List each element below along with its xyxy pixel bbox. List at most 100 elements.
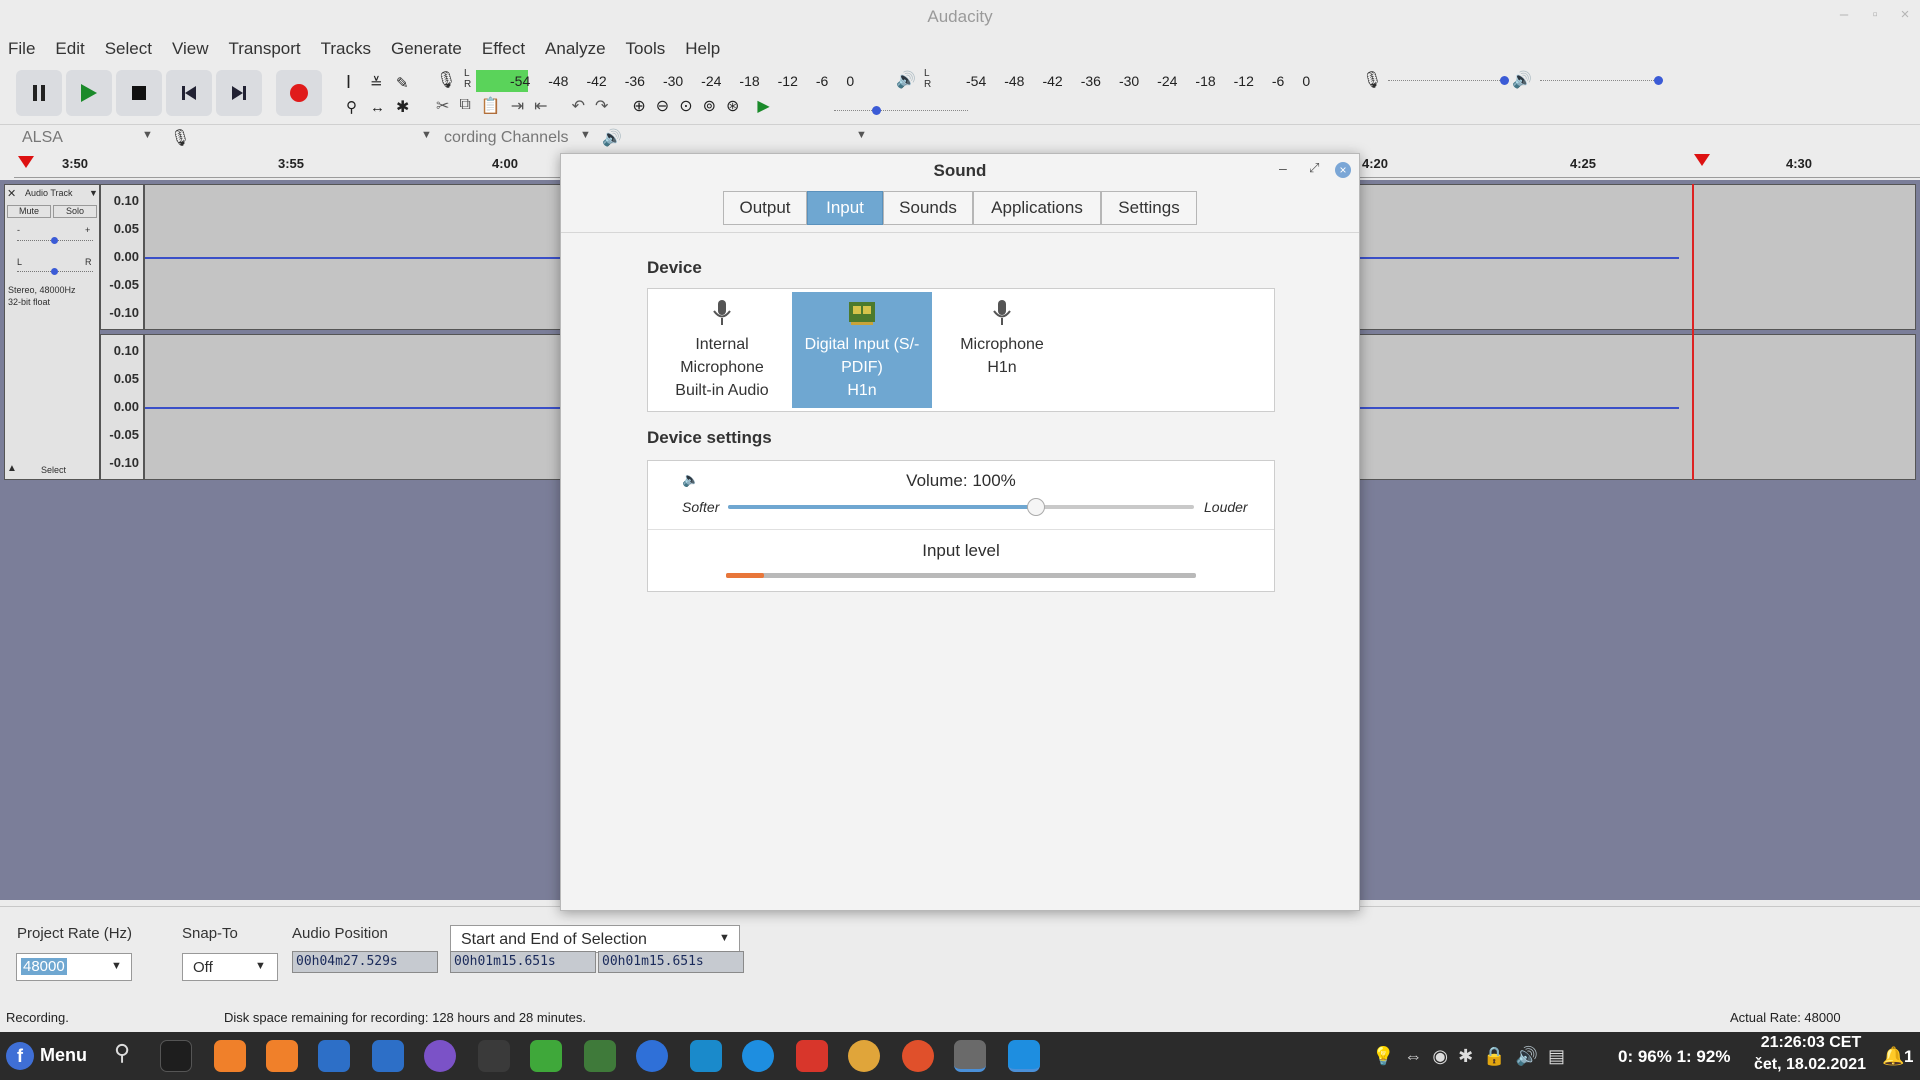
start-menu-label[interactable]: Menu	[40, 1045, 87, 1066]
recdev-dropdown-icon[interactable]: ▼	[421, 129, 432, 141]
menu-tracks[interactable]: Tracks	[321, 39, 371, 59]
fit-project-icon[interactable]: ⊚	[703, 96, 716, 120]
maps-icon[interactable]	[372, 1040, 404, 1072]
skip-start-button[interactable]	[166, 70, 212, 116]
zoom-tool-icon[interactable]: ⚲	[346, 99, 357, 116]
play-speed-slider[interactable]	[834, 110, 968, 111]
dialog-maximize-icon[interactable]: ⤢	[1309, 160, 1319, 176]
mail-icon[interactable]	[318, 1040, 350, 1072]
play-meter[interactable]: -54 -48 -42 -36 -30 -24 -18 -12 -6 0	[966, 70, 1328, 92]
fit-selection-icon[interactable]: ⊙	[679, 96, 692, 120]
selection-tool-icon[interactable]: I	[346, 72, 351, 92]
play-volume-thumb[interactable]	[1654, 76, 1663, 85]
volume-slider[interactable]	[728, 505, 1194, 509]
selection-end-value[interactable]: 00h01m15.651s	[598, 951, 744, 973]
stop-button[interactable]	[116, 70, 162, 116]
track-name[interactable]: Audio Track	[25, 188, 73, 198]
menu-view[interactable]: View	[172, 39, 209, 59]
track-select-button[interactable]: Select	[41, 465, 66, 475]
minimize-icon[interactable]: –	[1835, 6, 1853, 24]
device-microphone-h1n[interactable]: Microphone H1n	[932, 292, 1072, 408]
monitor-icon[interactable]	[690, 1040, 722, 1072]
menu-transport[interactable]: Transport	[229, 39, 301, 59]
cut-icon[interactable]: ✂	[436, 96, 449, 120]
maximize-icon[interactable]: ▫	[1866, 6, 1884, 24]
copy-icon[interactable]: ⧉	[459, 96, 470, 120]
teamviewer-task-icon[interactable]	[1008, 1040, 1040, 1072]
play-button[interactable]	[66, 70, 112, 116]
menu-generate[interactable]: Generate	[391, 39, 462, 59]
start-menu-icon[interactable]: f	[6, 1042, 34, 1070]
undo-icon[interactable]: ↶	[572, 96, 585, 120]
app-red-icon[interactable]	[796, 1040, 828, 1072]
trim-icon[interactable]: ⇥	[511, 96, 524, 120]
audio-position-value[interactable]: 00h04m27.529s	[292, 951, 438, 973]
notification-icon[interactable]: 🔔	[1882, 1046, 1904, 1067]
close-icon[interactable]: ×	[1896, 6, 1914, 24]
calculator-icon[interactable]	[478, 1040, 510, 1072]
clock-time[interactable]: 21:26:03 CET	[1752, 1034, 1870, 1052]
device-internal-microphone[interactable]: Internal Microphone Built-in Audio	[652, 292, 792, 408]
search-icon[interactable]: ⚲	[106, 1040, 138, 1072]
rec-meter[interactable]: -54 -48 -42 -36 -30 -24 -18 -12 -6 0	[510, 70, 872, 92]
firefox-alt-icon[interactable]	[266, 1040, 298, 1072]
device-digital-input[interactable]: Digital Input (S/- PDIF) H1n	[792, 292, 932, 408]
menu-help[interactable]: Help	[685, 39, 720, 59]
settings-tool-icon[interactable]	[530, 1040, 562, 1072]
spreadsheet-icon[interactable]	[584, 1040, 616, 1072]
play-at-speed-icon[interactable]: ▶	[757, 96, 769, 120]
speaker-icon[interactable]: 🔊	[896, 70, 916, 90]
solo-button[interactable]: Solo	[53, 205, 97, 218]
channels-dropdown-icon[interactable]: ▼	[580, 129, 591, 141]
mic-icon[interactable]: 🎙	[436, 70, 456, 92]
play-volume-slider[interactable]	[1540, 80, 1656, 81]
host-dropdown-icon[interactable]: ▼	[142, 129, 153, 141]
dialog-minimize-icon[interactable]: –	[1279, 160, 1287, 176]
terminal-icon[interactable]	[160, 1040, 192, 1072]
rate-dropdown-icon[interactable]: ▼	[111, 960, 122, 972]
tab-settings[interactable]: Settings	[1101, 191, 1197, 225]
skip-end-button[interactable]	[216, 70, 262, 116]
paste-icon[interactable]: 📋	[481, 96, 501, 120]
menu-file[interactable]: File	[8, 39, 35, 59]
project-rate-value[interactable]: 48000	[21, 958, 67, 975]
audacity-task-icon[interactable]	[954, 1040, 986, 1072]
menu-analyze[interactable]: Analyze	[545, 39, 605, 59]
selection-start-value[interactable]: 00h01m15.651s	[450, 951, 596, 973]
pause-button[interactable]	[16, 70, 62, 116]
zoom-toggle-icon[interactable]: ⊛	[726, 96, 739, 120]
track-close-icon[interactable]: ✕	[7, 187, 16, 200]
track-menu-icon[interactable]: ▼	[89, 188, 98, 198]
rec-volume-thumb[interactable]	[1500, 76, 1509, 85]
snap-to-select[interactable]: Off ▼	[182, 953, 278, 981]
rec-volume-slider[interactable]	[1388, 80, 1504, 81]
menu-edit[interactable]: Edit	[55, 39, 84, 59]
multi-tool-icon[interactable]: ✱	[396, 99, 409, 116]
play-speed-thumb[interactable]	[872, 106, 881, 115]
project-rate-combo[interactable]: 48000 ▼	[16, 953, 132, 981]
mute-button[interactable]: Mute	[7, 205, 51, 218]
redo-icon[interactable]: ↷	[595, 96, 608, 120]
record-button[interactable]	[276, 70, 322, 116]
gain-thumb[interactable]	[51, 237, 58, 244]
clock-date[interactable]: čet, 18.02.2021	[1742, 1056, 1878, 1074]
zoom-out-icon[interactable]: ⊖	[656, 96, 669, 120]
skype-icon[interactable]	[636, 1040, 668, 1072]
menu-effect[interactable]: Effect	[482, 39, 525, 59]
menu-tools[interactable]: Tools	[626, 39, 666, 59]
app-yellow-icon[interactable]	[848, 1040, 880, 1072]
selection-mode-select[interactable]: Start and End of Selection ▼	[450, 925, 740, 953]
draw-tool-icon[interactable]: ✎	[396, 75, 409, 92]
collapse-icon[interactable]: ▲	[7, 463, 17, 474]
envelope-tool-icon[interactable]: ≚	[370, 75, 383, 92]
app-orange-icon[interactable]	[902, 1040, 934, 1072]
silence-icon[interactable]: ⇤	[534, 96, 547, 120]
dialog-close-icon[interactable]: ×	[1335, 162, 1351, 178]
menu-select[interactable]: Select	[105, 39, 152, 59]
playdev-dropdown-icon[interactable]: ▼	[856, 129, 867, 141]
timeshift-tool-icon[interactable]: ↔	[370, 99, 385, 116]
tab-applications[interactable]: Applications	[973, 191, 1101, 225]
tab-input[interactable]: Input	[807, 191, 883, 225]
teamviewer-icon[interactable]	[742, 1040, 774, 1072]
selection-mode-dropdown-icon[interactable]: ▼	[719, 932, 730, 944]
